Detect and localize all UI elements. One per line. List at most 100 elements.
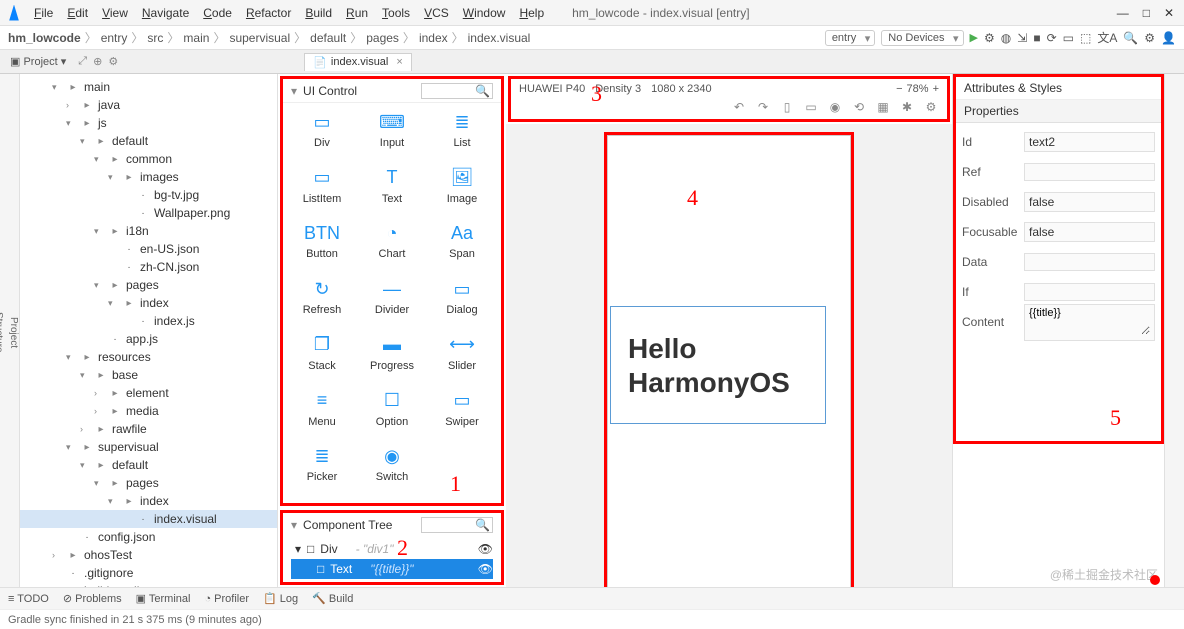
search-icon[interactable]: 🔍	[1123, 31, 1138, 45]
redo-icon[interactable]: ↷	[755, 99, 771, 115]
ui-control-progress[interactable]: ▬Progress	[359, 334, 425, 384]
menu-vcs[interactable]: VCS	[418, 4, 455, 22]
preview-settings-icon[interactable]	[923, 99, 939, 115]
property-input[interactable]: {{title}}	[1024, 304, 1155, 341]
ui-control-swiper[interactable]: ▭Swiper	[429, 390, 495, 440]
tree-node[interactable]: ▾▸base	[20, 366, 277, 384]
terminal-button[interactable]: ▣ Terminal	[136, 592, 191, 605]
tree-node[interactable]: ▾▸default	[20, 132, 277, 150]
breadcrumb-item[interactable]: entry	[101, 31, 128, 45]
minimize-icon[interactable]: —	[1117, 6, 1129, 20]
property-input[interactable]	[1024, 163, 1155, 181]
watch-icon[interactable]: ◉	[827, 99, 843, 115]
device-preview[interactable]: Hello HarmonyOS	[607, 135, 851, 587]
breadcrumb-item[interactable]: index.visual	[468, 31, 531, 45]
preview-text[interactable]: Hello HarmonyOS	[628, 332, 790, 399]
visibility-icon[interactable]: 👁	[478, 562, 493, 576]
tree-node[interactable]: ▾▸pages	[20, 276, 277, 294]
ui-control-span[interactable]: AaSpan	[429, 222, 495, 272]
tree-node[interactable]: ▾▸supervisual	[20, 438, 277, 456]
ui-control-divider[interactable]: —Divider	[359, 278, 425, 328]
ui-control-slider[interactable]: ⟷Slider	[429, 334, 495, 384]
tree-node[interactable]: ▾▸resources	[20, 348, 277, 366]
menu-view[interactable]: View	[96, 4, 134, 22]
debug-icon[interactable]	[984, 31, 995, 45]
breadcrumb-item[interactable]: index	[419, 31, 448, 45]
tree-node[interactable]: ›▸rawfile	[20, 420, 277, 438]
build-button[interactable]: 🔨 Build	[312, 592, 353, 605]
breadcrumb-item[interactable]: main	[183, 31, 209, 45]
collapse-icon[interactable]: ▾	[291, 518, 297, 532]
sdk-icon[interactable]: ⬚	[1080, 31, 1091, 45]
sync-icon[interactable]: ⟳	[1047, 31, 1057, 45]
phone-icon[interactable]: ▯	[779, 99, 795, 115]
tree-node[interactable]: ▾▸images	[20, 168, 277, 186]
tree-node[interactable]: ·Wallpaper.png	[20, 204, 277, 222]
module-selector[interactable]: entry	[825, 30, 875, 46]
tree-node[interactable]: ▾▸common	[20, 150, 277, 168]
component-tree-row[interactable]: □Text"{{title}}"👁	[291, 559, 493, 579]
theme-icon[interactable]: ✱	[899, 99, 915, 115]
menu-build[interactable]: Build	[299, 4, 338, 22]
ui-control-input[interactable]: ⌨Input	[359, 111, 425, 161]
ui-control-option[interactable]: ☐Option	[359, 390, 425, 440]
zoom-out-icon[interactable]: −	[896, 83, 902, 95]
ui-control-image[interactable]: 🖼Image	[429, 167, 495, 217]
menu-edit[interactable]: Edit	[61, 4, 94, 22]
project-tool-button[interactable]: Project	[8, 78, 19, 587]
profile-icon[interactable]: ◍	[1001, 31, 1011, 45]
tree-node[interactable]: ›▸element	[20, 384, 277, 402]
stop-icon[interactable]: ■	[1033, 31, 1040, 45]
ui-control-button[interactable]: BTNButton	[289, 222, 355, 272]
menu-refactor[interactable]: Refactor	[240, 4, 297, 22]
breadcrumb-item[interactable]: src	[147, 31, 163, 45]
breadcrumb-item[interactable]: hm_lowcode	[8, 31, 81, 45]
ui-control-listitem[interactable]: ▭ListItem	[289, 167, 355, 217]
menu-file[interactable]: File	[28, 4, 59, 22]
tree-node[interactable]: ·.gitignore	[20, 564, 277, 582]
tree-node[interactable]: ▾▸pages	[20, 474, 277, 492]
device-selector[interactable]: No Devices	[881, 30, 963, 46]
menu-tools[interactable]: Tools	[376, 4, 416, 22]
property-input[interactable]	[1024, 253, 1155, 271]
ui-control-list[interactable]: ≣List	[429, 111, 495, 161]
breadcrumb-item[interactable]: pages	[366, 31, 399, 45]
tab-index-visual[interactable]: 📄 index.visual ×	[304, 53, 412, 71]
tree-node[interactable]: ·index.visual	[20, 510, 277, 528]
expand-icon[interactable]: ▾	[295, 542, 301, 556]
problems-button[interactable]: ⊘ Problems	[63, 592, 122, 605]
ui-control-div[interactable]: ▭Div	[289, 111, 355, 161]
tree-node[interactable]: ▾▸main	[20, 78, 277, 96]
ui-control-search[interactable]: 🔍	[421, 83, 493, 99]
project-view-selector[interactable]: ▣ Project ▾	[4, 53, 72, 70]
tree-node[interactable]: ›▸java	[20, 96, 277, 114]
tree-node[interactable]: ·app.js	[20, 330, 277, 348]
breadcrumb-item[interactable]: supervisual	[229, 31, 290, 45]
maximize-icon[interactable]: □	[1143, 6, 1150, 20]
menu-navigate[interactable]: Navigate	[136, 4, 195, 22]
ui-control-chart[interactable]: ◔Chart	[359, 222, 425, 272]
ui-control-refresh[interactable]: ↻Refresh	[289, 278, 355, 328]
grid-icon[interactable]: ▦	[875, 99, 891, 115]
ui-control-switch[interactable]: ◉Switch	[359, 445, 425, 495]
run-icon[interactable]: ▶	[970, 31, 978, 44]
tree-node[interactable]: ▾▸i18n	[20, 222, 277, 240]
menu-window[interactable]: Window	[457, 4, 512, 22]
rotate-icon[interactable]: ⟲	[851, 99, 867, 115]
menu-help[interactable]: Help	[513, 4, 550, 22]
properties-section[interactable]: Properties	[956, 100, 1161, 123]
property-input[interactable]: text2	[1024, 132, 1155, 152]
ui-control-text[interactable]: TText	[359, 167, 425, 217]
breadcrumb-item[interactable]: default	[310, 31, 346, 45]
property-input[interactable]: false	[1024, 222, 1155, 242]
tablet-icon[interactable]: ▭	[803, 99, 819, 115]
tree-node[interactable]: ·en-US.json	[20, 240, 277, 258]
tree-node[interactable]: ▾▸js	[20, 114, 277, 132]
tree-node[interactable]: ›▸media	[20, 402, 277, 420]
view-settings-icon[interactable]	[108, 55, 118, 68]
locale-icon[interactable]: 文A	[1097, 29, 1117, 46]
tree-node[interactable]: ▾▸index	[20, 294, 277, 312]
ui-control-dialog[interactable]: ▭Dialog	[429, 278, 495, 328]
tree-node[interactable]: ·index.js	[20, 312, 277, 330]
todo-button[interactable]: ≡ TODO	[8, 593, 49, 605]
